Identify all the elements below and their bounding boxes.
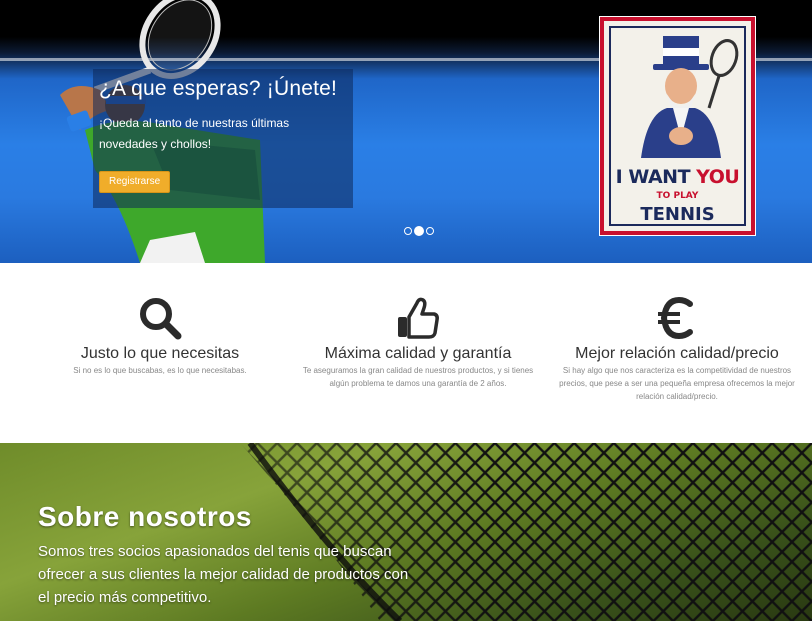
feature-title: Mejor relación calidad/precio xyxy=(575,345,779,362)
carousel-indicators xyxy=(404,226,434,236)
feature-title: Justo lo que necesitas xyxy=(80,345,240,362)
poster-headline-highlight: YOU xyxy=(696,166,740,188)
about-title: Sobre nosotros xyxy=(38,501,252,532)
poster-frame: I WANT YOU TO PLAY TENNIS xyxy=(609,26,746,226)
thumbs-up-icon xyxy=(300,295,536,341)
feature-3: Mejor relación calidad/precio Si hay alg… xyxy=(556,295,798,403)
about-text: Somos tres socios apasionados del tenis … xyxy=(38,543,409,606)
hero-carousel: ¿A que esperas? ¡Únete! ¡Queda al tanto … xyxy=(0,0,812,263)
carousel-indicator-2[interactable] xyxy=(414,226,424,236)
about-section: Sobre nosotros Somos tres socios apasion… xyxy=(0,443,812,621)
feature-title: Máxima calidad y garantía xyxy=(324,345,512,362)
uncle-sam-illustration xyxy=(641,36,739,158)
register-button[interactable]: Registrarse xyxy=(99,171,171,193)
feature-description: Si no es lo que buscabas, es lo que nece… xyxy=(73,366,247,375)
feature-2: Máxima calidad y garantía Te aseguramos … xyxy=(300,295,536,390)
search-icon xyxy=(55,295,265,341)
poster-subline: TO PLAY xyxy=(656,191,699,201)
poster-headline-prefix: I WANT xyxy=(615,166,697,188)
feature-description: Si hay algo que nos caracteriza es la co… xyxy=(559,366,795,401)
caption-title: ¿A que esperas? ¡Únete! xyxy=(99,77,338,100)
euro-icon xyxy=(556,295,798,341)
features-section: Justo lo que necesitas Si no es lo que b… xyxy=(0,263,812,443)
feature-description: Te aseguramos la gran calidad de nuestro… xyxy=(302,366,534,388)
feature-1: Justo lo que necesitas Si no es lo que b… xyxy=(55,295,265,377)
carousel-indicator-3[interactable] xyxy=(426,227,434,235)
caption-text: ¡Queda al tanto de nuestras últimas nove… xyxy=(99,116,290,151)
poster-headline: I WANT YOU xyxy=(611,166,744,188)
uncle-sam-poster: I WANT YOU TO PLAY TENNIS xyxy=(599,16,756,236)
carousel-indicator-1[interactable] xyxy=(404,227,412,235)
poster-tennis: TENNIS xyxy=(640,204,715,225)
carousel-caption: ¿A que esperas? ¡Únete! ¡Queda al tanto … xyxy=(93,69,353,208)
